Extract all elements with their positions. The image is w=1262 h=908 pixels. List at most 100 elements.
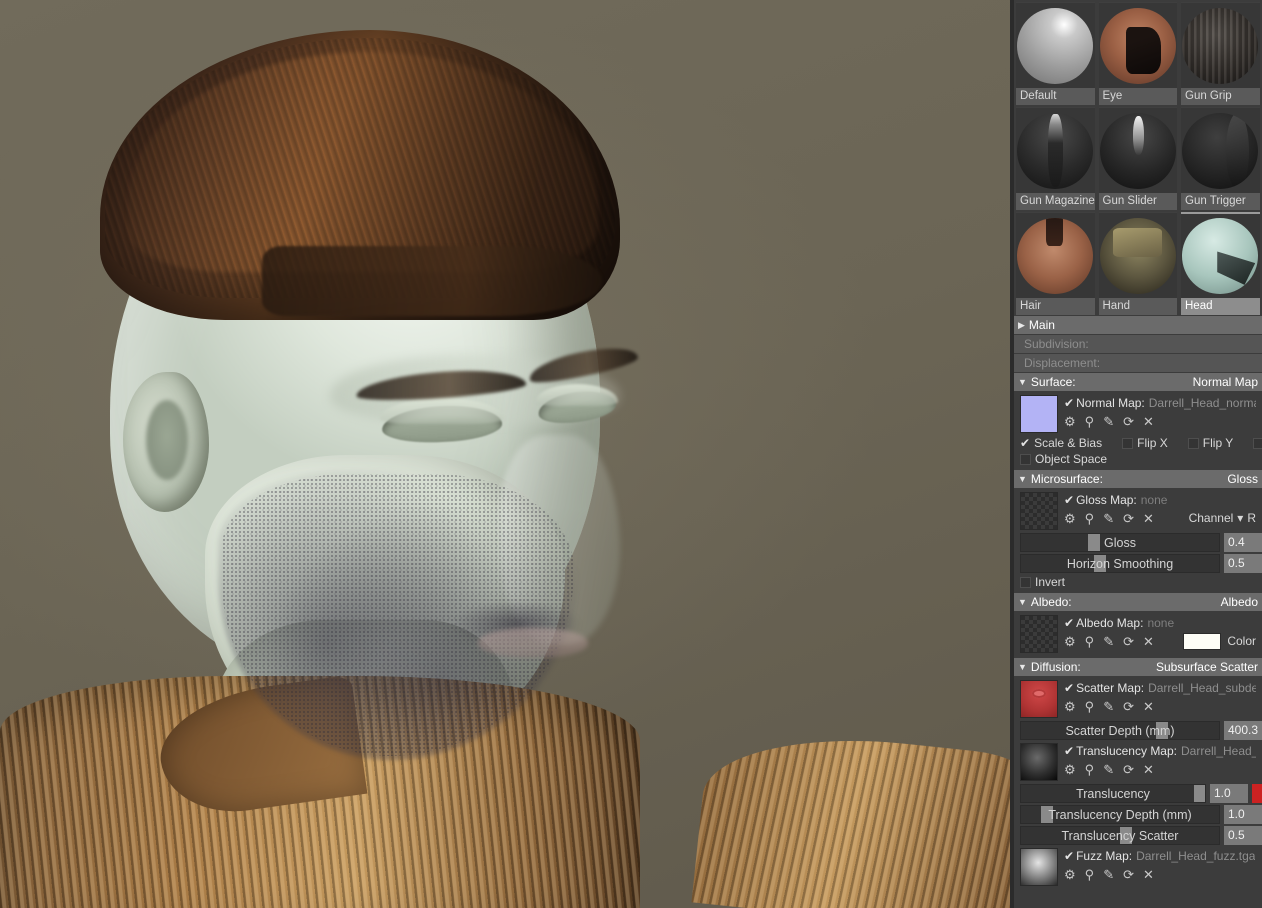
chevron-down-icon[interactable]: ▼ — [1018, 373, 1027, 391]
row-displacement[interactable]: Displacement: — [1014, 354, 1262, 372]
fuzz-map-checkbox[interactable]: ✔ — [1064, 849, 1074, 863]
flip-z-checkbox[interactable] — [1253, 437, 1262, 449]
row-subdivision[interactable]: Subdivision: — [1014, 335, 1262, 353]
translucency-depth-slider[interactable]: Translucency Depth (mm) — [1020, 805, 1220, 824]
translucency-slider-row[interactable]: Translucency 1.0 — [1014, 783, 1262, 804]
pencil-icon[interactable]: ✎ — [1103, 763, 1114, 776]
albedo-map-icon-row[interactable]: ⚙ ⚲ ✎ ⟳ ✕ Color — [1064, 632, 1256, 650]
gloss-slider-handle[interactable] — [1088, 534, 1101, 551]
material-preview[interactable] — [1016, 212, 1095, 298]
pencil-icon[interactable]: ✎ — [1103, 635, 1114, 648]
scatter-map-checkbox[interactable]: ✔ — [1064, 681, 1074, 695]
option-scale-bias[interactable]: ✔ Scale & Bias — [1020, 436, 1102, 450]
normal-map-checkbox[interactable]: ✔ — [1064, 396, 1074, 410]
gloss-map-icon-row[interactable]: ⚙ ⚲ ✎ ⟳ ✕ Channel ▾ R — [1064, 509, 1256, 527]
invert-checkbox[interactable] — [1020, 576, 1031, 588]
material-item-eye[interactable]: Eye — [1097, 0, 1180, 105]
close-icon[interactable]: ✕ — [1143, 635, 1154, 648]
gloss-map-row[interactable]: ✔ Gloss Map: none ⚙ ⚲ ✎ ⟳ ✕ Channel ▾ R — [1014, 490, 1262, 532]
translucency-map-checkbox[interactable]: ✔ — [1064, 744, 1074, 758]
material-item-hand[interactable]: Hand — [1097, 210, 1180, 315]
close-icon[interactable]: ✕ — [1143, 868, 1154, 881]
magnify-icon[interactable]: ⚲ — [1085, 415, 1095, 428]
albedo-map-filename[interactable]: none — [1147, 616, 1174, 630]
material-preview[interactable] — [1098, 2, 1177, 88]
material-item-head[interactable]: Head — [1179, 210, 1262, 315]
gear-icon[interactable]: ⚙ — [1064, 868, 1076, 881]
translucency-scatter-slider[interactable]: Translucency Scatter — [1020, 826, 1220, 845]
section-header-diffusion[interactable]: ▼ Diffusion: Subsurface Scatter — [1014, 658, 1262, 676]
material-preview[interactable] — [1098, 212, 1177, 298]
material-preview[interactable] — [1016, 107, 1095, 193]
translucency-map-icon-row[interactable]: ⚙ ⚲ ✎ ⟳ ✕ — [1064, 760, 1256, 778]
material-item-default[interactable]: Default — [1014, 0, 1097, 105]
scatter-depth-value[interactable]: 400.3 — [1224, 721, 1262, 740]
material-preview[interactable] — [1016, 2, 1095, 88]
albedo-map-row[interactable]: ✔ Albedo Map: none ⚙ ⚲ ✎ ⟳ ✕ Color — [1014, 613, 1262, 655]
pencil-icon[interactable]: ✎ — [1103, 512, 1114, 525]
fuzz-map-icon-row[interactable]: ⚙ ⚲ ✎ ⟳ ✕ — [1064, 865, 1256, 883]
magnify-icon[interactable]: ⚲ — [1085, 635, 1095, 648]
albedo-color-control[interactable]: Color — [1183, 632, 1256, 650]
normal-map-filename[interactable]: Darrell_Head_normal.tga — [1149, 396, 1256, 410]
reload-icon[interactable]: ⟳ — [1123, 700, 1134, 713]
scale-bias-check-icon[interactable]: ✔ — [1020, 436, 1030, 450]
material-item-gun-trigger[interactable]: Gun Trigger — [1179, 105, 1262, 210]
chevron-down-icon[interactable]: ▼ — [1018, 658, 1027, 676]
chevron-down-icon[interactable]: ▾ — [1237, 511, 1243, 525]
albedo-map-checkbox[interactable]: ✔ — [1064, 616, 1074, 630]
option-flip-y[interactable]: Flip Y — [1187, 436, 1233, 450]
gloss-map-checkbox[interactable]: ✔ — [1064, 493, 1074, 507]
magnify-icon[interactable]: ⚲ — [1085, 763, 1095, 776]
fuzz-map-filename[interactable]: Darrell_Head_fuzz.tga — [1136, 849, 1255, 863]
gear-icon[interactable]: ⚙ — [1064, 415, 1076, 428]
viewport-3d[interactable] — [0, 0, 1010, 908]
scatter-map-thumbnail[interactable] — [1020, 680, 1058, 718]
flip-x-checkbox[interactable] — [1122, 437, 1134, 449]
material-preview[interactable] — [1181, 107, 1260, 193]
horizon-smoothing-slider-row[interactable]: Horizon Smoothing 0.5 — [1014, 553, 1262, 574]
magnify-icon[interactable]: ⚲ — [1085, 700, 1095, 713]
reload-icon[interactable]: ⟳ — [1123, 868, 1134, 881]
section-header-main[interactable]: ▶ Main — [1014, 316, 1262, 334]
scatter-depth-slider[interactable]: Scatter Depth (mm) — [1020, 721, 1220, 740]
chevron-right-icon[interactable]: ▶ — [1018, 316, 1025, 334]
material-preview[interactable] — [1181, 2, 1260, 88]
option-flip-z[interactable]: Flip Z — [1253, 436, 1262, 450]
gear-icon[interactable]: ⚙ — [1064, 512, 1076, 525]
close-icon[interactable]: ✕ — [1143, 763, 1154, 776]
gloss-value[interactable]: 0.4 — [1224, 533, 1262, 552]
reload-icon[interactable]: ⟳ — [1123, 763, 1134, 776]
pencil-icon[interactable]: ✎ — [1103, 868, 1114, 881]
magnify-icon[interactable]: ⚲ — [1085, 868, 1095, 881]
horizon-smoothing-value[interactable]: 0.5 — [1224, 554, 1262, 573]
translucency-scatter-value[interactable]: 0.5 — [1224, 826, 1262, 845]
normal-map-icon-row[interactable]: ⚙ ⚲ ✎ ⟳ ✕ — [1064, 412, 1256, 430]
scatter-map-icon-row[interactable]: ⚙ ⚲ ✎ ⟳ ✕ — [1064, 697, 1256, 715]
pencil-icon[interactable]: ✎ — [1103, 415, 1114, 428]
translucency-map-thumbnail[interactable] — [1020, 743, 1058, 781]
gloss-map-filename[interactable]: none — [1141, 493, 1168, 507]
scatter-map-row[interactable]: ✔ Scatter Map: Darrell_Head_subdermal.tg… — [1014, 678, 1262, 720]
translucency-color-swatch[interactable] — [1252, 784, 1262, 803]
albedo-map-thumbnail[interactable] — [1020, 615, 1058, 653]
material-properties-panel[interactable]: Default Eye Gun Grip Gun Magazine Gun Slider… — [1010, 0, 1262, 908]
gloss-map-thumbnail[interactable] — [1020, 492, 1058, 530]
option-invert[interactable]: Invert — [1014, 574, 1262, 590]
chevron-down-icon[interactable]: ▼ — [1018, 593, 1027, 611]
translucency-scatter-slider-row[interactable]: Translucency Scatter 0.5 — [1014, 825, 1262, 846]
scatter-depth-slider-row[interactable]: Scatter Depth (mm) 400.3 — [1014, 720, 1262, 741]
translucency-map-filename[interactable]: Darrell_Head_sss.tga — [1181, 744, 1256, 758]
close-icon[interactable]: ✕ — [1143, 700, 1154, 713]
translucency-depth-value[interactable]: 1.0 — [1224, 805, 1262, 824]
reload-icon[interactable]: ⟳ — [1123, 512, 1134, 525]
albedo-color-swatch[interactable] — [1183, 632, 1222, 650]
reload-icon[interactable]: ⟳ — [1123, 415, 1134, 428]
option-object-space[interactable]: Object Space — [1014, 451, 1262, 467]
magnify-icon[interactable]: ⚲ — [1085, 512, 1095, 525]
gear-icon[interactable]: ⚙ — [1064, 700, 1076, 713]
flip-y-checkbox[interactable] — [1187, 437, 1199, 449]
section-header-microsurface[interactable]: ▼ Microsurface: Gloss — [1014, 470, 1262, 488]
gear-icon[interactable]: ⚙ — [1064, 763, 1076, 776]
material-list-grid[interactable]: Default Eye Gun Grip Gun Magazine Gun Slider… — [1014, 0, 1262, 315]
